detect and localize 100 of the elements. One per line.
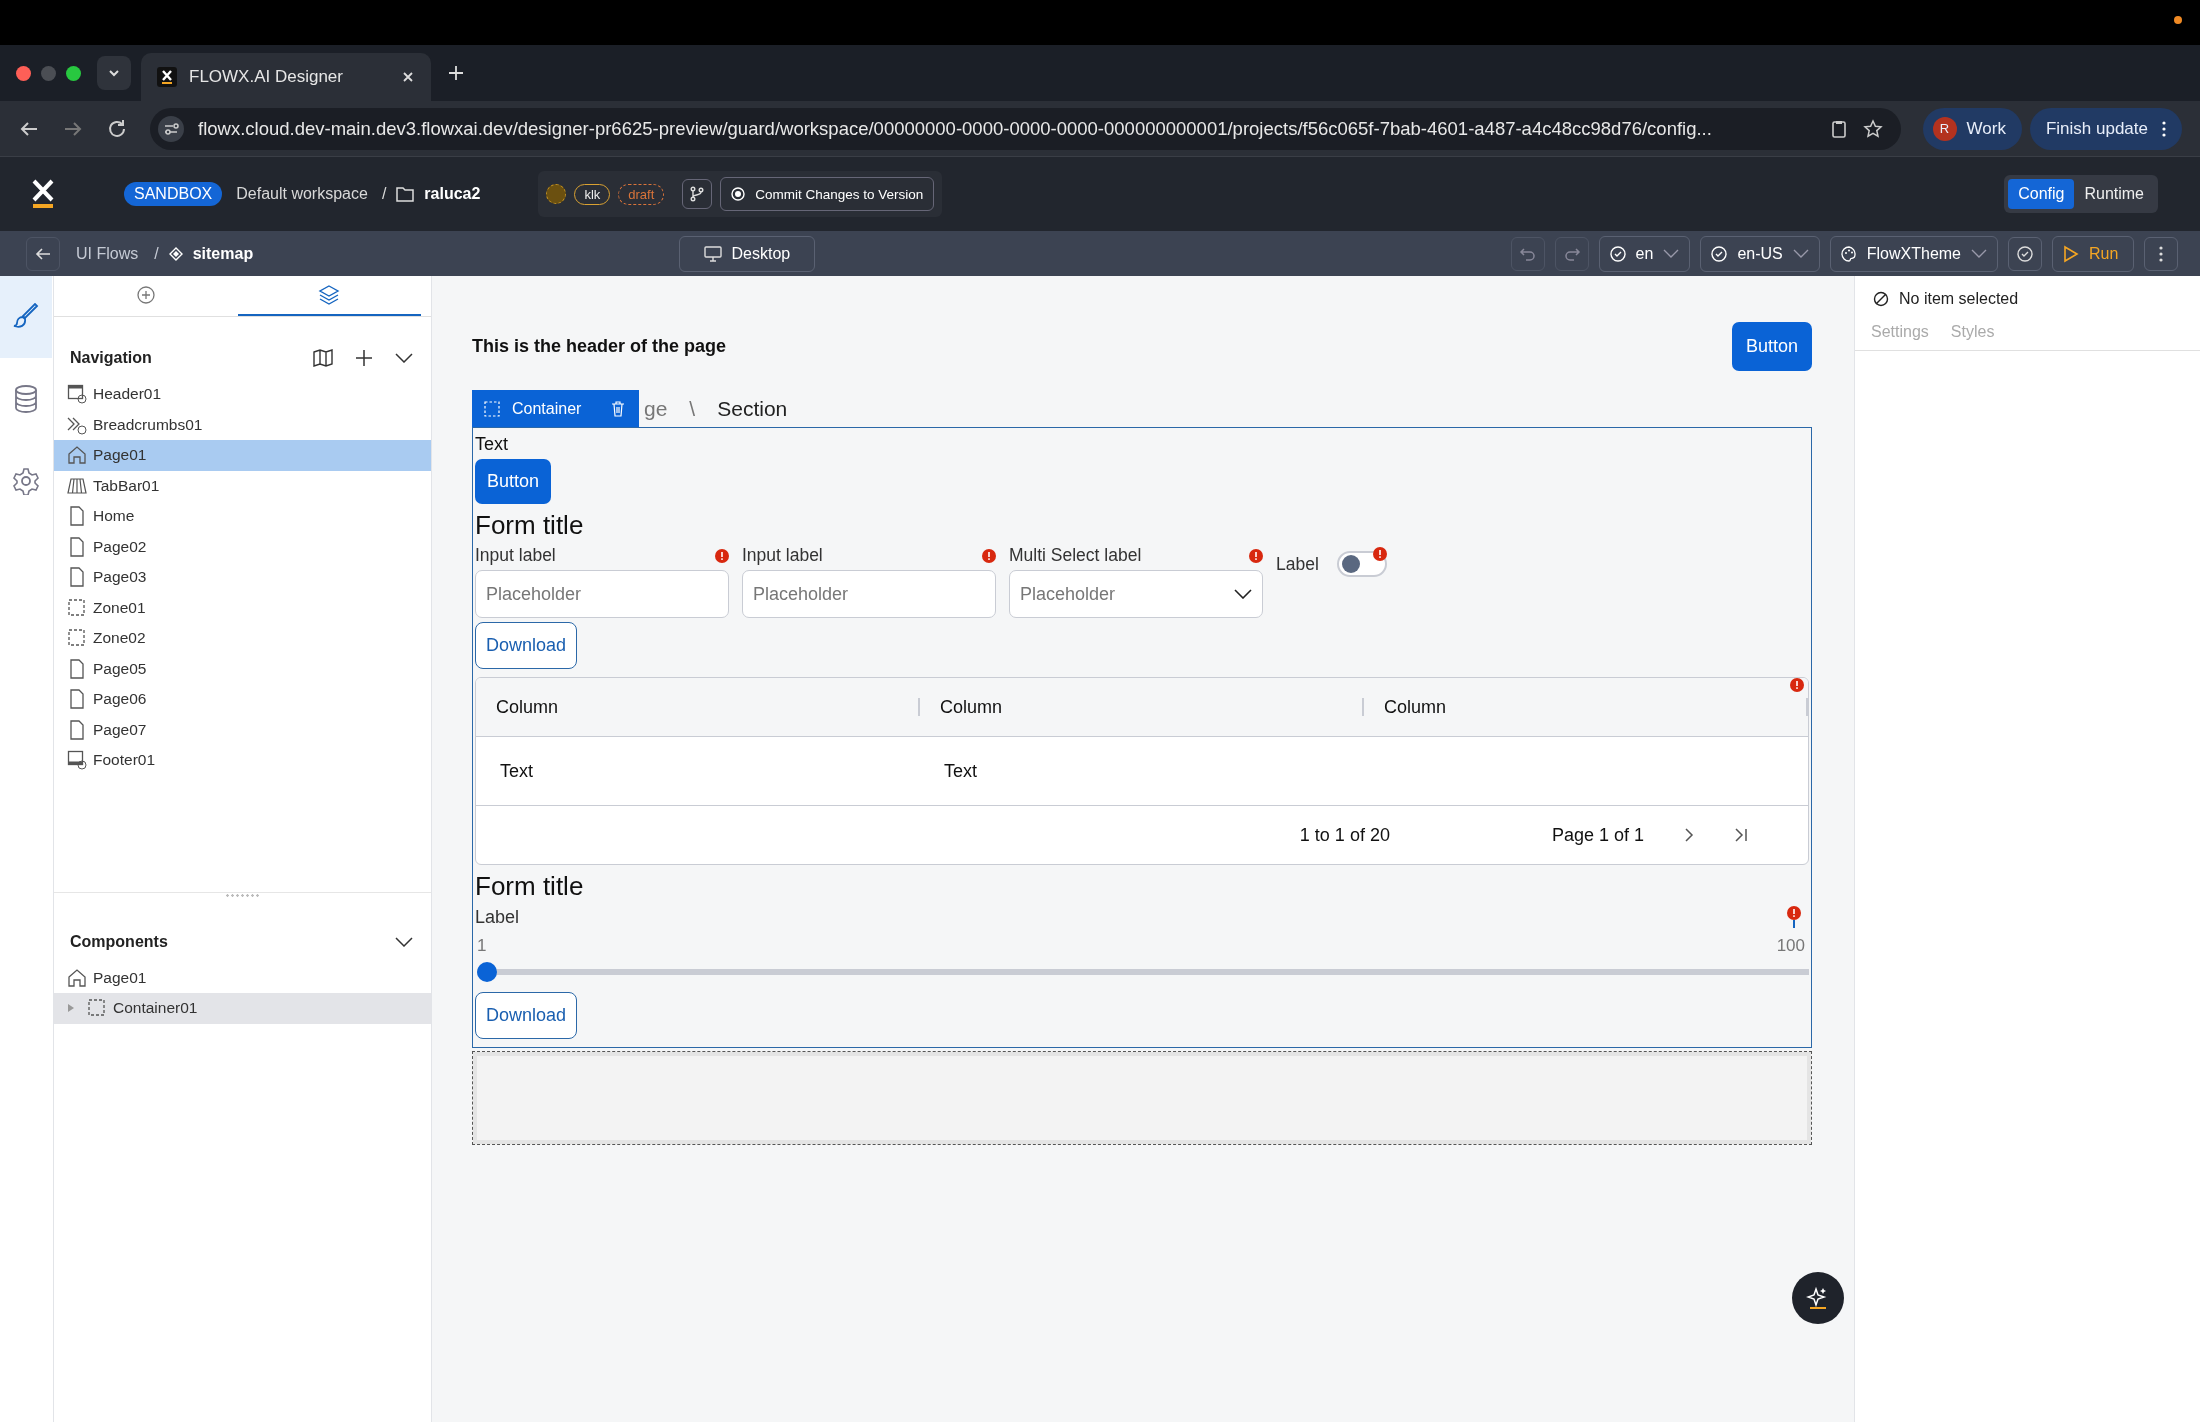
navigation-item[interactable]: Page02 <box>54 531 431 562</box>
download-button[interactable]: Download <box>475 992 578 1039</box>
profile-button[interactable]: R Work <box>1922 107 2022 150</box>
navigation-item[interactable]: Page07 <box>54 714 431 745</box>
add-icon[interactable] <box>355 349 373 367</box>
input-field[interactable]: Placeholder <box>742 570 996 618</box>
primary-button[interactable]: Button <box>475 459 552 504</box>
tab-bar-icon <box>67 475 87 496</box>
branch-button[interactable] <box>682 179 713 209</box>
breadcrumb-current: sitemap <box>192 244 254 263</box>
column-header[interactable]: Column <box>920 698 1364 716</box>
last-page-icon[interactable] <box>1734 828 1748 842</box>
container-tag[interactable]: Container <box>472 390 640 427</box>
navigation-item[interactable]: Page03 <box>54 562 431 593</box>
tab-list-button[interactable] <box>97 56 131 90</box>
more-button[interactable] <box>2144 236 2178 271</box>
column-header[interactable]: Column <box>476 698 920 716</box>
dashed-square-icon <box>484 400 500 417</box>
select-field[interactable]: Placeholder <box>1009 570 1263 618</box>
back-button[interactable] <box>26 236 60 271</box>
navigation-item[interactable]: Page05 <box>54 653 431 684</box>
project-name[interactable]: raluca2 <box>424 185 481 203</box>
navigation-item[interactable]: Breadcrumbs01 <box>54 409 431 440</box>
maximize-window-icon[interactable] <box>66 65 81 81</box>
close-icon[interactable] <box>401 70 415 84</box>
chevron-down-icon <box>1663 248 1680 259</box>
mode-tab[interactable]: Config <box>2008 179 2075 209</box>
play-icon <box>2063 244 2079 263</box>
workspace-name[interactable]: Default workspace <box>236 185 368 203</box>
chevron-down-icon[interactable] <box>395 936 413 947</box>
item-label: Page06 <box>93 690 147 709</box>
browser-tab[interactable]: FLOWX.AI Designer <box>141 53 431 101</box>
item-label: Home <box>93 507 135 526</box>
mode-tab[interactable]: Runtime <box>2074 179 2154 209</box>
x-logo-icon[interactable] <box>30 179 56 209</box>
status-circle-icon <box>546 184 567 204</box>
dropdown[interactable]: FlowXTheme <box>1829 235 1998 272</box>
next-page-icon[interactable] <box>1684 828 1694 842</box>
close-window-icon[interactable] <box>16 65 31 81</box>
path-separator: / <box>381 185 387 203</box>
component-item[interactable]: Page01 <box>54 962 431 993</box>
navigation-item[interactable]: Home <box>54 501 431 532</box>
palette-icon <box>1840 245 1857 262</box>
placeholder-text: Placeholder <box>1020 583 1116 605</box>
resize-handle[interactable] <box>54 891 431 899</box>
toggle-switch[interactable] <box>1336 551 1387 577</box>
column-header[interactable]: Column <box>1364 698 1808 716</box>
update-label: Finish update <box>2045 118 2148 139</box>
address-bar[interactable]: flowx.cloud.dev-main.dev3.flowxai.dev/designer-pr6625-preview/guard/workspace/00000000-0000-0000-0000-000000000001/projects/f56c065f-7bab-4601-a487-a4c48cc98d76/config... <box>150 107 1901 150</box>
site-settings-icon[interactable] <box>158 115 184 142</box>
trash-icon[interactable] <box>611 400 626 417</box>
chevron-down-icon <box>1971 248 1987 259</box>
item-label: Breadcrumbs01 <box>93 415 203 434</box>
breadcrumb-separator: \ <box>689 396 696 421</box>
device-button[interactable]: Desktop <box>678 235 815 272</box>
map-icon[interactable] <box>313 349 333 367</box>
dropdown[interactable]: en-US <box>1700 235 1820 272</box>
more-icon <box>2162 120 2166 137</box>
breadcrumb-link[interactable]: UI Flows <box>76 244 139 263</box>
download-button[interactable]: Download <box>475 622 578 669</box>
item-label: Page03 <box>93 568 147 587</box>
commit-label: Commit Changes to Version <box>755 186 924 202</box>
page-icon <box>67 567 87 588</box>
breadcrumb-separator: / <box>154 244 159 263</box>
dropdown-value: en-US <box>1737 244 1783 263</box>
validate-button[interactable] <box>2008 236 2042 271</box>
component-item[interactable]: Container01 <box>54 993 431 1024</box>
section-title: Navigation <box>70 349 152 367</box>
run-button[interactable]: Run <box>2052 235 2134 272</box>
reload-icon[interactable] <box>106 117 128 140</box>
navigation-item[interactable]: TabBar01 <box>54 470 431 501</box>
more-icon <box>2159 245 2163 262</box>
finish-update-button[interactable]: Finish update <box>2029 107 2182 150</box>
slider-max: 100 <box>1776 936 1805 956</box>
slider-thumb[interactable] <box>477 962 497 982</box>
navigation-item[interactable]: Footer01 <box>54 745 431 776</box>
navigation-item[interactable]: Page06 <box>54 684 431 715</box>
header-button[interactable]: Button <box>1731 321 1812 371</box>
breadcrumb-link[interactable]: ge <box>644 396 668 421</box>
bookmark-star-icon[interactable] <box>1862 118 1883 139</box>
item-label: Footer01 <box>93 751 156 770</box>
navigation-item[interactable]: Zone01 <box>54 592 431 623</box>
input-field[interactable]: Placeholder <box>475 570 729 618</box>
navigation-item[interactable]: Zone02 <box>54 623 431 654</box>
dropdown[interactable]: en <box>1598 235 1691 272</box>
navigation-item[interactable]: Header01 <box>54 379 431 410</box>
diamond-icon <box>168 246 183 261</box>
dropdown-value: FlowXTheme <box>1866 244 1961 263</box>
chevron-down-icon[interactable] <box>395 353 413 363</box>
commit-button[interactable]: Commit Changes to Version <box>720 177 935 211</box>
dashed-square-icon <box>67 628 87 649</box>
design-button[interactable] <box>0 276 52 358</box>
ai-assistant-button[interactable] <box>1792 1272 1844 1324</box>
footer-layout-icon <box>67 750 87 771</box>
page-indicator: Page 1 of 1 <box>1551 824 1644 846</box>
navigation-item[interactable]: Page01 <box>54 440 431 471</box>
tag-label: Container <box>512 399 582 418</box>
new-tab-icon[interactable] <box>447 64 465 82</box>
field-label: Input label <box>475 545 556 566</box>
item-label: Page05 <box>93 659 147 678</box>
